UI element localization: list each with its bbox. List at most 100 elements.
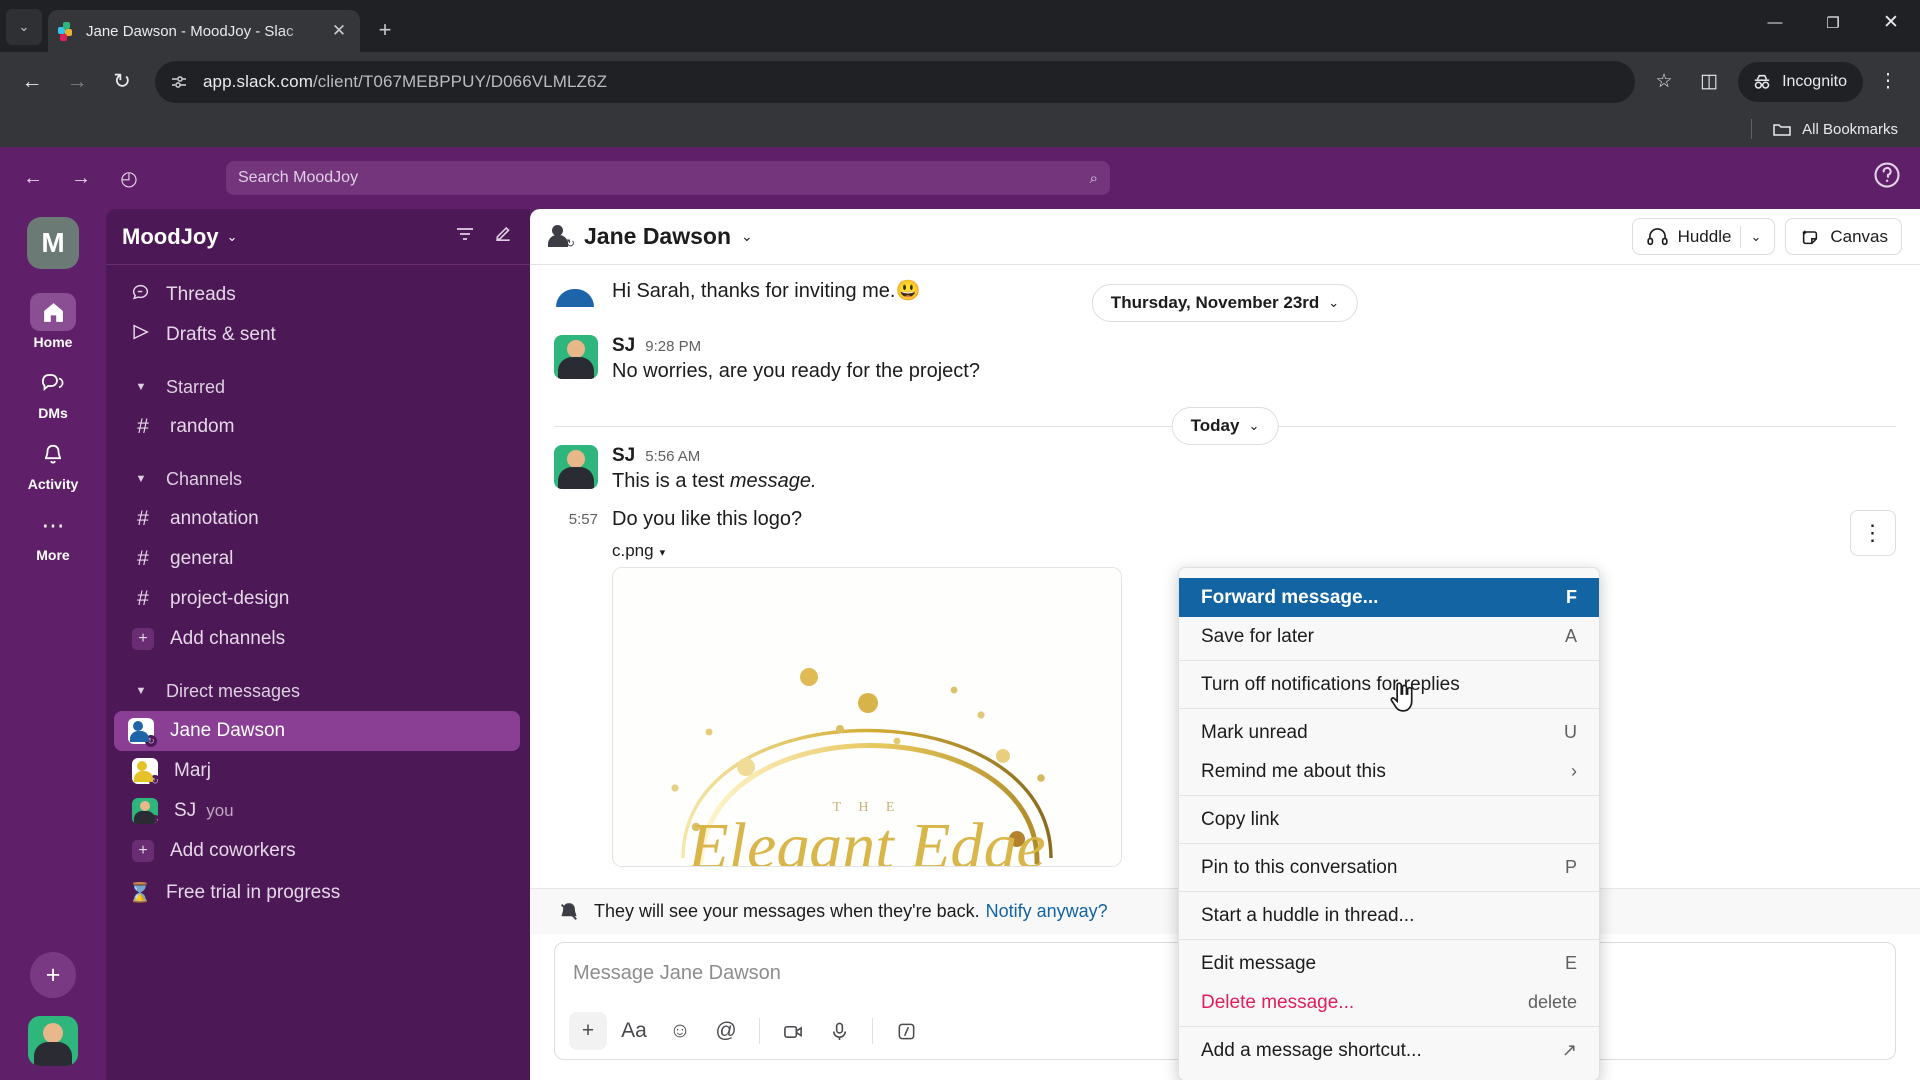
close-window-icon[interactable]: ✕ bbox=[1862, 0, 1920, 45]
message-author[interactable]: SJ bbox=[612, 445, 635, 467]
message-context-menu[interactable]: Forward message... F Save for later A Tu… bbox=[1178, 567, 1600, 1080]
slack-forward-icon[interactable]: → bbox=[64, 161, 98, 195]
canvas-button[interactable]: Canvas bbox=[1785, 218, 1902, 255]
message-actions-more-button[interactable]: ⋮ bbox=[1850, 510, 1896, 556]
sidebar-section-channels[interactable]: ▼ Channels bbox=[106, 459, 530, 499]
menu-item-add-message-shortcut[interactable]: Add a message shortcut... ↗ bbox=[1179, 1031, 1599, 1070]
filter-icon[interactable] bbox=[454, 223, 476, 250]
chevron-down-icon[interactable]: ⌄ bbox=[741, 228, 753, 245]
browser-tab[interactable]: Jane Dawson - MoodJoy - Slac ✕ bbox=[48, 10, 360, 52]
sidebar-item-threads[interactable]: Threads bbox=[106, 275, 530, 315]
sidebar-item-marj[interactable]: ↻ Marj bbox=[106, 751, 530, 791]
avatar-body bbox=[34, 1042, 72, 1066]
slack-history-icon[interactable]: ◴ bbox=[112, 161, 146, 195]
context-menu-group: Edit message E Delete message... delete bbox=[1179, 939, 1599, 1026]
menu-item-shortcut: U bbox=[1564, 722, 1577, 742]
slack-back-icon[interactable]: ← bbox=[16, 161, 50, 195]
mention-icon[interactable]: @ bbox=[707, 1012, 745, 1050]
hash-icon: # bbox=[137, 547, 149, 570]
browser-toolbar: ← → ↻ app.slack.com/client/T067MEBPPUY/D… bbox=[0, 52, 1920, 111]
reload-icon[interactable]: ↻ bbox=[102, 62, 142, 102]
site-settings-icon[interactable] bbox=[169, 72, 191, 92]
date-divider-thursday[interactable]: Thursday, November 23rd ⌄ bbox=[1091, 284, 1359, 322]
emoji: 😃 bbox=[895, 280, 921, 302]
sidebar-item-general[interactable]: # general bbox=[106, 539, 530, 579]
microphone-icon[interactable] bbox=[820, 1012, 858, 1050]
user-avatar[interactable] bbox=[28, 1016, 78, 1066]
conversation-pane: ↻ Jane Dawson ⌄ Huddle ⌄ Canvas Hi Sarah… bbox=[530, 209, 1920, 1080]
rail-label-more: More bbox=[36, 547, 70, 563]
sidebar-section-starred[interactable]: ▼ Starred bbox=[106, 367, 530, 407]
incognito-indicator[interactable]: Incognito bbox=[1738, 61, 1863, 102]
video-icon[interactable] bbox=[774, 1012, 812, 1050]
sidebar-item-jane-dawson[interactable]: ↻ Jane Dawson bbox=[114, 711, 520, 751]
sidebar-item-annotation[interactable]: # annotation bbox=[106, 499, 530, 539]
help-icon[interactable] bbox=[1870, 160, 1904, 196]
slash-command-icon[interactable] bbox=[887, 1012, 925, 1050]
sidebar-item-drafts[interactable]: Drafts & sent bbox=[106, 315, 530, 355]
message-author[interactable]: SJ bbox=[612, 335, 635, 357]
conversation-title[interactable]: Jane Dawson bbox=[584, 223, 731, 250]
new-tab-button[interactable]: + bbox=[366, 11, 404, 49]
maximize-icon[interactable]: ❐ bbox=[1804, 0, 1862, 45]
back-icon[interactable]: ← bbox=[12, 62, 52, 102]
menu-item-mark-unread[interactable]: Mark unread U bbox=[1179, 713, 1599, 752]
rail-item-more[interactable]: ⋯ More bbox=[22, 506, 84, 564]
format-text-icon[interactable]: Aa bbox=[615, 1012, 653, 1050]
menu-item-shortcut: delete bbox=[1527, 992, 1577, 1012]
sidebar-item-project-design[interactable]: # project-design bbox=[106, 579, 530, 619]
huddle-chevron-icon[interactable]: ⌄ bbox=[1750, 229, 1761, 245]
free-trial-status[interactable]: ⌛ Free trial in progress bbox=[106, 871, 530, 915]
menu-item-save-for-later[interactable]: Save for later A bbox=[1179, 617, 1599, 656]
sidebar-label-add-coworkers: Add coworkers bbox=[170, 840, 296, 861]
tab-search-chevron-icon[interactable]: ⌄ bbox=[6, 9, 42, 45]
plus-icon[interactable]: + bbox=[569, 1012, 607, 1050]
close-tab-icon[interactable]: ✕ bbox=[328, 21, 350, 41]
sidebar-item-sj[interactable]: ↻ SJ you bbox=[106, 791, 530, 831]
image-attachment[interactable]: T H E Elegant Edge bbox=[612, 567, 1122, 867]
compose-icon[interactable] bbox=[492, 223, 514, 250]
forward-icon[interactable]: → bbox=[57, 62, 97, 102]
menu-item-edit-message[interactable]: Edit message E bbox=[1179, 944, 1599, 983]
date-divider-today[interactable]: Today ⌄ bbox=[1171, 407, 1279, 445]
sidebar-item-random[interactable]: # random bbox=[106, 407, 530, 447]
emoji-icon[interactable]: ☺ bbox=[661, 1012, 699, 1050]
huddle-button[interactable]: Huddle ⌄ bbox=[1631, 218, 1776, 255]
rail-item-dms[interactable]: DMs bbox=[22, 364, 84, 421]
sidebar-header[interactable]: MoodJoy ⌄ bbox=[106, 209, 530, 265]
side-panel-icon[interactable]: ◫ bbox=[1689, 62, 1729, 102]
sidebar-item-add-channels[interactable]: + Add channels bbox=[106, 619, 530, 659]
all-bookmarks-label[interactable]: All Bookmarks bbox=[1802, 121, 1898, 138]
search-input[interactable]: Search MoodJoy ⌕ bbox=[226, 161, 1110, 195]
home-icon bbox=[30, 293, 76, 331]
menu-item-label: Forward message... bbox=[1201, 586, 1379, 608]
menu-item-forward-message[interactable]: Forward message... F bbox=[1179, 578, 1599, 617]
file-name[interactable]: c.png ▾ bbox=[612, 541, 1896, 561]
url-path: /client/T067MEBPPUY/D066VLMLZ6Z bbox=[312, 71, 608, 91]
rail-item-activity[interactable]: Activity bbox=[22, 435, 84, 492]
menu-item-remind-me[interactable]: Remind me about this › bbox=[1179, 752, 1599, 791]
avatar: ↻ bbox=[128, 718, 157, 747]
menu-item-pin-to-conversation[interactable]: Pin to this conversation P bbox=[1179, 848, 1599, 887]
menu-item-copy-link[interactable]: Copy link bbox=[1179, 800, 1599, 839]
menu-item-start-huddle-in-thread[interactable]: Start a huddle in thread... bbox=[1179, 896, 1599, 935]
sidebar-item-add-coworkers[interactable]: + Add coworkers bbox=[106, 831, 530, 871]
menu-item-turn-off-notifications[interactable]: Turn off notifications for replies bbox=[1179, 665, 1599, 704]
message-item[interactable]: SJ 5:56 AM This is a test message. bbox=[554, 441, 1896, 499]
minimize-icon[interactable]: — bbox=[1746, 0, 1804, 45]
menu-item-delete-message[interactable]: Delete message... delete bbox=[1179, 983, 1599, 1022]
sidebar-section-label: Channels bbox=[166, 468, 243, 489]
sidebar-label-drafts: Drafts & sent bbox=[166, 324, 276, 345]
sidebar-label-add-channels: Add channels bbox=[170, 628, 286, 649]
browser-menu-icon[interactable]: ⋮ bbox=[1868, 62, 1908, 102]
message-item[interactable]: SJ 9:28 PM No worries, are you ready for… bbox=[554, 331, 1896, 389]
status-dot: ↻ bbox=[149, 775, 161, 787]
workspace-icon[interactable]: M bbox=[27, 217, 79, 269]
rail-add-button[interactable]: + bbox=[30, 952, 76, 998]
divider bbox=[872, 1018, 873, 1044]
rail-item-home[interactable]: Home bbox=[22, 293, 84, 350]
bookmark-star-icon[interactable]: ☆ bbox=[1644, 62, 1684, 102]
address-bar[interactable]: app.slack.com/client/T067MEBPPUY/D066VLM… bbox=[155, 60, 1636, 103]
notify-anyway-link[interactable]: Notify anyway? bbox=[986, 901, 1108, 922]
sidebar-section-direct-messages[interactable]: ▼ Direct messages bbox=[106, 671, 530, 711]
